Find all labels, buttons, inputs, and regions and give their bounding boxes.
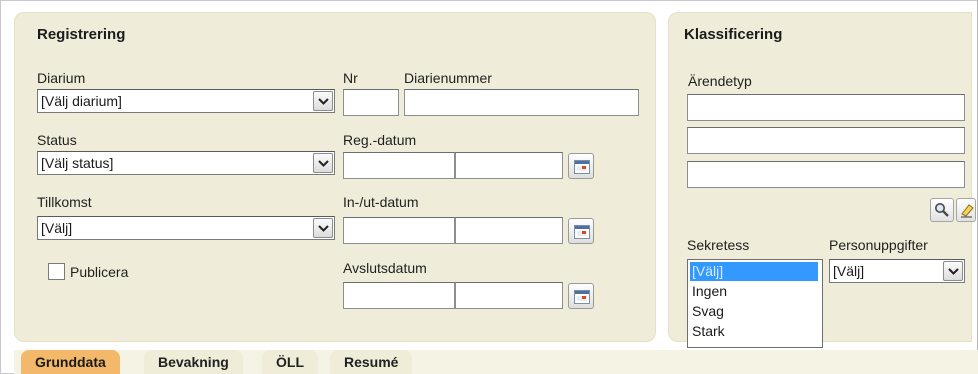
sekretess-option[interactable]: [Välj] bbox=[690, 262, 818, 281]
chevron-down-icon[interactable] bbox=[313, 153, 333, 173]
status-label: Status bbox=[37, 132, 77, 148]
calendar-icon bbox=[574, 160, 590, 174]
clear-button[interactable] bbox=[956, 198, 976, 222]
arendetyp-input-1[interactable] bbox=[687, 94, 965, 121]
avslutsdatum-label: Avslutsdatum bbox=[343, 260, 427, 276]
diarium-select-value: [Välj diarium] bbox=[41, 93, 122, 109]
tab-oll[interactable]: ÖLL bbox=[262, 350, 318, 374]
diarienummer-label: Diarienummer bbox=[404, 70, 492, 86]
tab-grunddata[interactable]: Grunddata bbox=[21, 350, 120, 374]
publicera-label: Publicera bbox=[70, 264, 129, 280]
tillkomst-label: Tillkomst bbox=[37, 194, 92, 210]
tab-resume[interactable]: Resumé bbox=[330, 350, 413, 374]
regdatum-label: Reg.-datum bbox=[343, 132, 417, 148]
chevron-down-icon[interactable] bbox=[943, 261, 963, 281]
status-select-value: [Välj status] bbox=[41, 155, 114, 171]
diarium-select[interactable]: [Välj diarium] bbox=[37, 89, 335, 113]
sekretess-option[interactable]: Ingen bbox=[690, 282, 727, 301]
tab-bevakning[interactable]: Bevakning bbox=[144, 350, 243, 374]
search-button[interactable] bbox=[930, 198, 954, 222]
inutdatum-label: In-/ut-datum bbox=[343, 194, 419, 210]
nr-label: Nr bbox=[343, 70, 358, 86]
regdatum-from-input[interactable] bbox=[343, 152, 455, 179]
sekretess-option[interactable]: Svag bbox=[690, 302, 724, 321]
arendetyp-input-3[interactable] bbox=[687, 161, 965, 188]
sekretess-label: Sekretess bbox=[687, 237, 750, 253]
status-select[interactable]: [Välj status] bbox=[37, 151, 335, 175]
nr-input[interactable] bbox=[343, 89, 399, 116]
inutdatum-from-input[interactable] bbox=[343, 217, 455, 244]
registrering-title: Registrering bbox=[37, 26, 126, 43]
arendetyp-label: Ärendetyp bbox=[688, 73, 752, 89]
klassificering-title: Klassificering bbox=[684, 26, 783, 43]
tillkomst-select-value: [Välj] bbox=[41, 220, 73, 236]
chevron-down-icon[interactable] bbox=[313, 218, 333, 238]
calendar-icon bbox=[574, 290, 590, 304]
calendar-icon bbox=[574, 225, 590, 239]
avslutsdatum-calendar-button[interactable] bbox=[568, 283, 594, 309]
regdatum-calendar-button[interactable] bbox=[568, 153, 594, 179]
publicera-checkbox[interactable] bbox=[48, 263, 65, 280]
personuppgifter-select-value: [Välj] bbox=[833, 263, 865, 279]
diarium-label: Diarium bbox=[37, 70, 86, 86]
diarienummer-input[interactable] bbox=[404, 89, 639, 116]
personuppgifter-select[interactable]: [Välj] bbox=[829, 259, 965, 283]
arendetyp-input-2[interactable] bbox=[687, 127, 965, 154]
personuppgifter-label: Personuppgifter bbox=[829, 237, 928, 253]
sekretess-listbox[interactable]: [Välj] Ingen Svag Stark bbox=[687, 259, 823, 348]
tillkomst-select[interactable]: [Välj] bbox=[37, 216, 335, 240]
chevron-down-icon[interactable] bbox=[313, 91, 333, 111]
avslutsdatum-to-input[interactable] bbox=[455, 282, 563, 309]
inutdatum-to-input[interactable] bbox=[455, 217, 563, 244]
regdatum-to-input[interactable] bbox=[455, 152, 563, 179]
magnifier-icon bbox=[935, 203, 949, 217]
avslutsdatum-from-input[interactable] bbox=[343, 282, 455, 309]
eraser-icon bbox=[961, 204, 974, 218]
sekretess-option[interactable]: Stark bbox=[690, 322, 725, 341]
inutdatum-calendar-button[interactable] bbox=[568, 218, 594, 244]
